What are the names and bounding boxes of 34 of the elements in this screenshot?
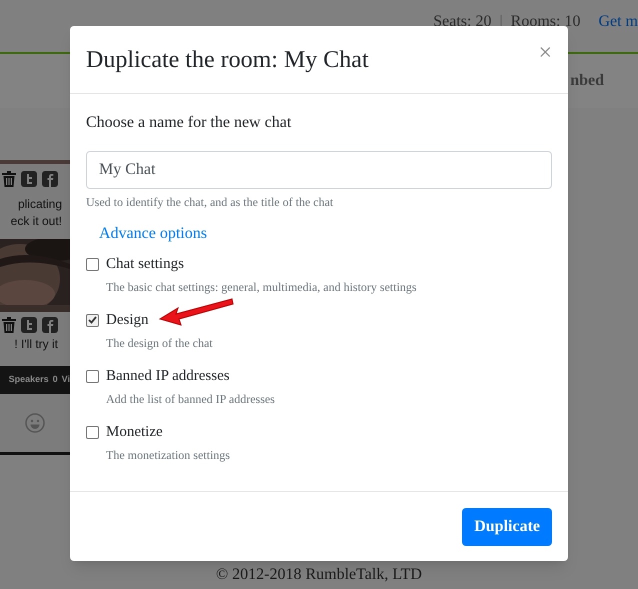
name-field[interactable]: My Chat [86,151,552,189]
trash-icon[interactable] [2,171,16,187]
checkbox[interactable] [86,258,99,270]
message-text: plicating [18,196,62,213]
seats-count: Seats: 20 [433,12,492,32]
message-text: eck it out! [10,213,62,230]
option-description: The monetization settings [106,447,231,463]
rooms-count: Rooms: 10 [510,12,580,32]
facebook-icon[interactable] [42,317,58,333]
message-text: ! I'll try it [14,336,58,353]
twitter-icon[interactable] [21,171,37,187]
status-text: Vi [62,373,70,386]
checkbox[interactable] [86,426,99,438]
checkbox[interactable] [86,314,99,326]
facebook-icon[interactable] [42,171,58,187]
option-description: The basic chat settings: general, multimedia, and history settings [106,279,418,295]
option-label[interactable]: Monetize [106,420,163,444]
duplicate-button[interactable]: Duplicate [462,508,552,546]
field-label: Choose a name for the new chat [86,113,292,133]
twitter-icon[interactable] [21,317,37,333]
option-description: Add the list of banned IP addresses [106,391,276,407]
help-text: Used to identify the chat, and as the title of the chat [86,194,334,210]
option-label[interactable]: Chat settings [106,252,184,276]
copyright-text: © 2012-2018 RumbleTalk, LTD [216,565,422,585]
advanced-options-link[interactable]: Advance options [99,224,207,244]
status-label: Speakers [8,373,49,386]
trash-icon[interactable] [2,317,16,333]
status-count: 0 [52,373,58,386]
option-description: The design of the chat [106,335,214,351]
option-label[interactable]: Design [106,308,148,332]
checkbox[interactable] [86,370,99,382]
dialog-title: Duplicate the room: My Chat [86,46,369,74]
close-button[interactable]: × [538,40,552,64]
option-label[interactable]: Banned IP addresses [106,364,230,388]
